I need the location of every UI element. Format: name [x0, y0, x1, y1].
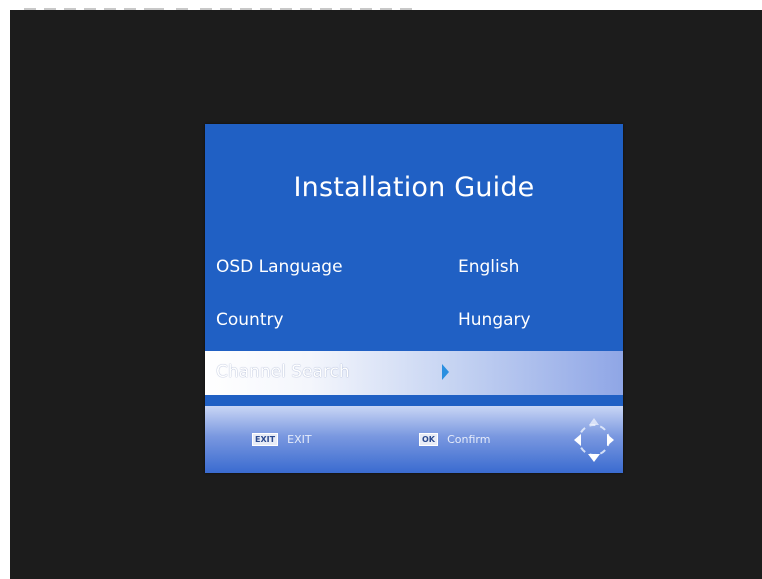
country-label: Country	[216, 310, 284, 330]
exit-hint: EXIT EXIT	[252, 429, 312, 446]
osd-language-value[interactable]: English	[458, 257, 519, 277]
key-hint-footer: EXIT EXIT OK Confirm	[205, 406, 623, 473]
installation-guide-dialog: Installation Guide OSD Language English …	[205, 124, 623, 473]
directional-pad-icon	[574, 418, 614, 462]
top-border-strip	[0, 0, 762, 10]
channel-search-row[interactable]: Channel Search	[205, 351, 623, 395]
confirm-hint: OK Confirm	[419, 429, 491, 446]
ok-key-icon: OK	[419, 433, 438, 446]
osd-language-row[interactable]: OSD Language English	[205, 246, 623, 290]
country-value[interactable]: Hungary	[458, 310, 531, 330]
osd-language-label: OSD Language	[216, 257, 343, 277]
exit-key-icon: EXIT	[252, 433, 279, 446]
channel-search-label: Channel Search	[216, 362, 350, 382]
exit-hint-label: EXIT	[287, 433, 312, 446]
dialog-title: Installation Guide	[293, 172, 535, 203]
confirm-hint-label: Confirm	[447, 433, 491, 446]
country-row[interactable]: Country Hungary	[205, 299, 623, 343]
right-arrow-icon[interactable]	[442, 364, 449, 380]
